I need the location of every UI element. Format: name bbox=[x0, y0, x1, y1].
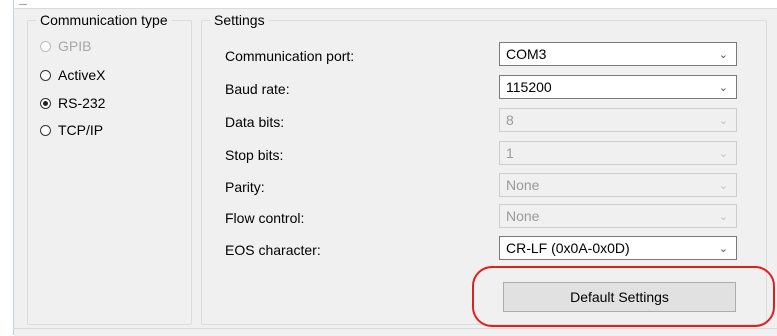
radio-label: RS-232 bbox=[58, 95, 106, 111]
select-value: 1 bbox=[506, 145, 514, 161]
radio-label: GPIB bbox=[58, 38, 92, 54]
radio-tcpip[interactable]: TCP/IP bbox=[40, 120, 103, 140]
radio-icon bbox=[40, 124, 51, 136]
stop-bits-label: Stop bits: bbox=[225, 147, 284, 163]
select-value: 8 bbox=[506, 112, 514, 128]
data-bits-label: Data bits: bbox=[225, 114, 285, 130]
eos-character-select[interactable]: CR-LF (0x0A-0x0D) ⌄ bbox=[499, 236, 737, 260]
radio-gpib[interactable]: GPIB bbox=[40, 36, 91, 56]
select-value: COM3 bbox=[506, 46, 547, 62]
flow-control-label: Flow control: bbox=[225, 210, 305, 226]
radio-activex[interactable]: ActiveX bbox=[40, 65, 105, 85]
parity-select[interactable]: None ⌄ bbox=[499, 173, 737, 197]
settings-title: Settings bbox=[210, 11, 269, 29]
communication-port-select[interactable]: COM3 ⌄ bbox=[499, 42, 737, 66]
parity-label: Parity: bbox=[225, 179, 265, 195]
divider bbox=[14, 328, 777, 329]
chevron-down-icon: ⌄ bbox=[718, 81, 728, 94]
communication-type-title: Communication type bbox=[36, 11, 172, 29]
chevron-down-icon: ⌄ bbox=[718, 147, 728, 160]
window-frame-mark bbox=[19, 4, 27, 5]
highlight-annotation bbox=[472, 266, 775, 327]
communication-port-label: Communication port: bbox=[225, 48, 355, 64]
radio-label: TCP/IP bbox=[58, 122, 104, 138]
select-value: None bbox=[506, 177, 540, 193]
eos-character-label: EOS character: bbox=[225, 242, 321, 258]
chevron-down-icon: ⌄ bbox=[718, 179, 728, 192]
radio-icon bbox=[40, 69, 51, 81]
data-bits-select[interactable]: 8 ⌄ bbox=[499, 108, 737, 132]
radio-label: ActiveX bbox=[58, 67, 106, 83]
flow-control-select[interactable]: None ⌄ bbox=[499, 204, 737, 228]
chevron-down-icon: ⌄ bbox=[718, 114, 728, 127]
select-value: 115200 bbox=[506, 79, 552, 95]
baud-rate-label: Baud rate: bbox=[225, 81, 290, 97]
baud-rate-select[interactable]: 115200 ⌄ bbox=[499, 75, 737, 99]
stop-bits-select[interactable]: 1 ⌄ bbox=[499, 141, 737, 165]
radio-checked-icon bbox=[40, 97, 51, 109]
select-value: CR-LF (0x0A-0x0D) bbox=[506, 240, 630, 256]
chevron-down-icon: ⌄ bbox=[718, 210, 728, 223]
select-value: None bbox=[506, 208, 540, 224]
radio-icon bbox=[40, 40, 51, 52]
radio-rs232[interactable]: RS-232 bbox=[40, 93, 105, 113]
chevron-down-icon: ⌄ bbox=[718, 242, 728, 255]
chevron-down-icon: ⌄ bbox=[718, 48, 728, 61]
